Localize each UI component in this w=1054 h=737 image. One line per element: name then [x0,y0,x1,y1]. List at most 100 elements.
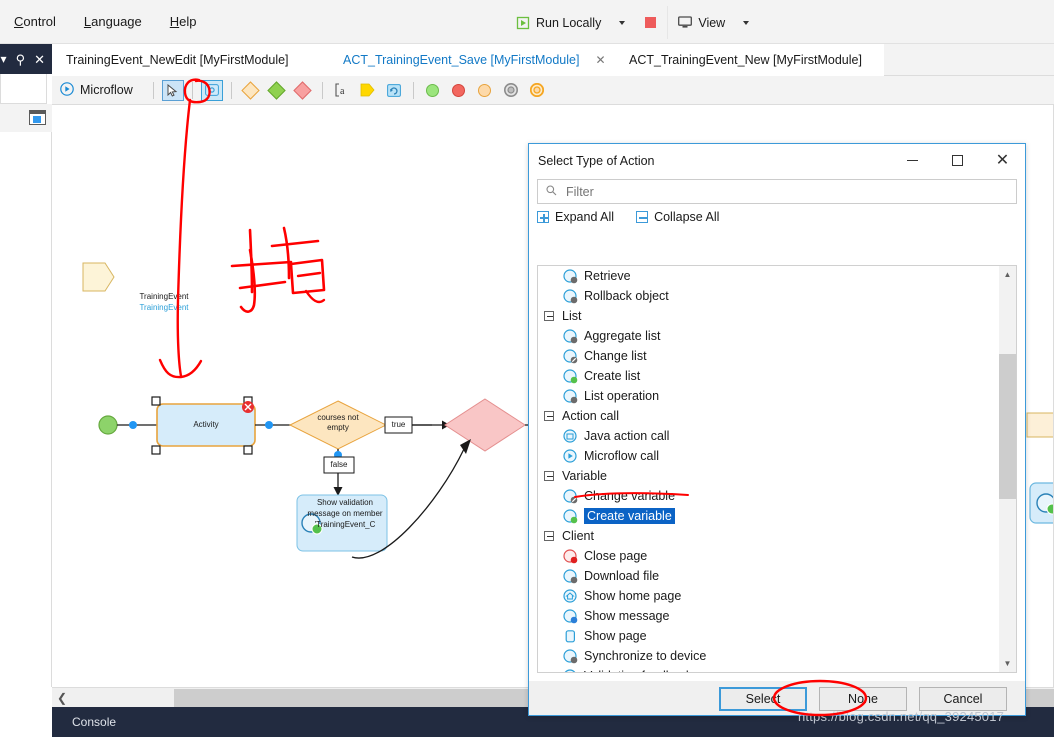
tab-act-trainingevent-save[interactable]: ACT_TrainingEvent_Save [MyFirstModule] ✕ [329,44,615,76]
left-panel-search-box[interactable] [0,74,47,104]
end-event-tool[interactable] [526,80,548,101]
microflow-title: Microflow [60,82,133,99]
tree-item-show-home-page[interactable]: Show home page [538,586,1000,606]
microflow-icon [60,82,74,99]
tree-group-action-call[interactable]: Action call [538,406,1000,426]
tree-item-synchronize-to-device[interactable]: Synchronize to device [538,646,1000,666]
collapse-toggle-icon[interactable] [544,531,554,541]
watermark: https://blog.csdn.net/qq_39245017 [798,709,1004,724]
tree-item-create-variable[interactable]: Create variable [538,506,1000,526]
filter-field[interactable] [537,179,1017,204]
toolbar-separator [153,82,154,99]
microflow-toolbar: Microflow a [52,76,1054,105]
merge-tool[interactable] [266,80,288,101]
tree-vertical-scrollbar[interactable]: ▲ ▼ [999,266,1016,672]
scroll-up-icon[interactable]: ▲ [999,266,1016,283]
run-play-icon [516,16,530,30]
tree-item-change-variable[interactable]: Change variable [538,486,1000,506]
start-event-tool[interactable] [422,80,444,101]
expand-all-icon[interactable] [537,211,549,223]
none-button[interactable]: None [819,687,907,711]
dialog-minimize-button[interactable] [890,144,935,177]
tree-item-java-action-call[interactable]: Java action call [538,426,1000,446]
dock-panel-icon[interactable] [29,110,46,125]
chevron-left-icon[interactable]: ❮ [57,691,67,705]
tree-item-label: Show message [584,609,669,623]
run-locally-button[interactable]: Run Locally [506,6,611,39]
tree-item-label: Synchronize to device [584,649,706,663]
tab-act-trainingevent-new[interactable]: ACT_TrainingEvent_New [MyFirstModule] [615,44,884,76]
menu-item-list: CControlontrol Language Help [0,14,211,29]
stop-button[interactable] [633,6,667,39]
menu-bar: CControlontrol Language Help Run Locally [0,0,1054,44]
break-event-tool[interactable] [500,80,522,101]
tree-item-aggregate-list[interactable]: Aggregate list [538,326,1000,346]
tab-close-icon[interactable]: ✕ [595,53,605,67]
editor-tab-strip: TrainingEvent_NewEdit [MyFirstModule] AC… [52,44,1054,76]
run-locally-label: Run Locally [536,16,601,30]
tree-item-download-file[interactable]: Download file [538,566,1000,586]
close-icon[interactable]: ✕ [34,53,45,66]
pin-icon[interactable]: ⚲ [16,53,26,66]
tree-item-label: Rollback object [584,289,669,303]
toolbar-separator [231,82,232,99]
aggregate-list-icon [563,329,578,344]
validation-feedback-icon [563,669,578,674]
filter-input[interactable] [564,184,984,200]
tree-item-rollback-object[interactable]: Rollback object [538,286,1000,306]
tree-scrollbar-thumb[interactable] [999,354,1016,499]
action-type-tree[interactable]: Retrieve Rollback object List Aggregate … [537,265,1017,673]
tree-item-validation-feedback[interactable]: Validation feedback [538,666,1000,673]
collapse-all-icon[interactable] [636,211,648,223]
expand-all-button[interactable]: Expand All [555,210,614,224]
tree-item-label: Change list [584,349,647,363]
tree-item-label: Create list [584,369,640,383]
tree-item-change-list[interactable]: Change list [538,346,1000,366]
error-diamond-red-icon [294,81,312,99]
decision-tool[interactable] [240,80,262,101]
tree-item-show-page[interactable]: Show page [538,626,1000,646]
error-handler-tool[interactable] [292,80,314,101]
dialog-maximize-button[interactable] [935,144,980,177]
collapse-toggle-icon[interactable] [544,471,554,481]
tree-group-label: List [562,309,581,323]
stop-event-tool[interactable] [448,80,470,101]
chevron-down-icon[interactable]: ▾ [1,53,7,65]
tree-group-client[interactable]: Client [538,526,1000,546]
pointer-tool[interactable] [162,80,184,101]
annotation-tool[interactable]: a [331,80,353,101]
menu-item-control[interactable]: CControlontrol [0,14,70,29]
continue-event-tool[interactable] [474,80,496,101]
tree-item-label: Microflow call [584,449,659,463]
collapse-all-button[interactable]: Collapse All [654,210,719,224]
activity-tool[interactable] [201,80,223,101]
view-dropdown[interactable] [735,6,757,39]
tree-item-create-list[interactable]: Create list [538,366,1000,386]
tree-item-microflow-call[interactable]: Microflow call [538,446,1000,466]
view-button[interactable]: View [667,6,735,39]
collapse-toggle-icon[interactable] [544,311,554,321]
menu-item-help[interactable]: Help [156,14,211,29]
scroll-down-icon[interactable]: ▼ [999,655,1016,672]
parameter-tool[interactable] [357,80,379,101]
run-locally-dropdown[interactable] [611,6,633,39]
tree-item-retrieve[interactable]: Retrieve [538,266,1000,286]
dialog-title-bar: Select Type of Action ✕ [529,144,1025,177]
tab-trainingevent-newedit[interactable]: TrainingEvent_NewEdit [MyFirstModule] [52,44,329,76]
dialog-close-button[interactable]: ✕ [980,144,1025,177]
tree-group-label: Client [562,529,594,543]
parameter-node-title: TrainingEvent [128,292,200,302]
dialog-body: Expand All Collapse All Retrieve Rollbac… [529,177,1025,682]
retrieve-object-icon [563,269,578,284]
tree-item-list-operation[interactable]: List operation [538,386,1000,406]
tree-group-list[interactable]: List [538,306,1000,326]
tree-group-variable[interactable]: Variable [538,466,1000,486]
menu-item-language[interactable]: Language [70,14,156,29]
tree-item-show-message[interactable]: Show message [538,606,1000,626]
cancel-button[interactable]: Cancel [919,687,1007,711]
loop-tool[interactable] [383,80,405,101]
collapse-toggle-icon[interactable] [544,411,554,421]
action-type-tree-list: Retrieve Rollback object List Aggregate … [538,266,1000,673]
tree-item-close-page[interactable]: Close page [538,546,1000,566]
select-button[interactable]: Select [719,687,807,711]
